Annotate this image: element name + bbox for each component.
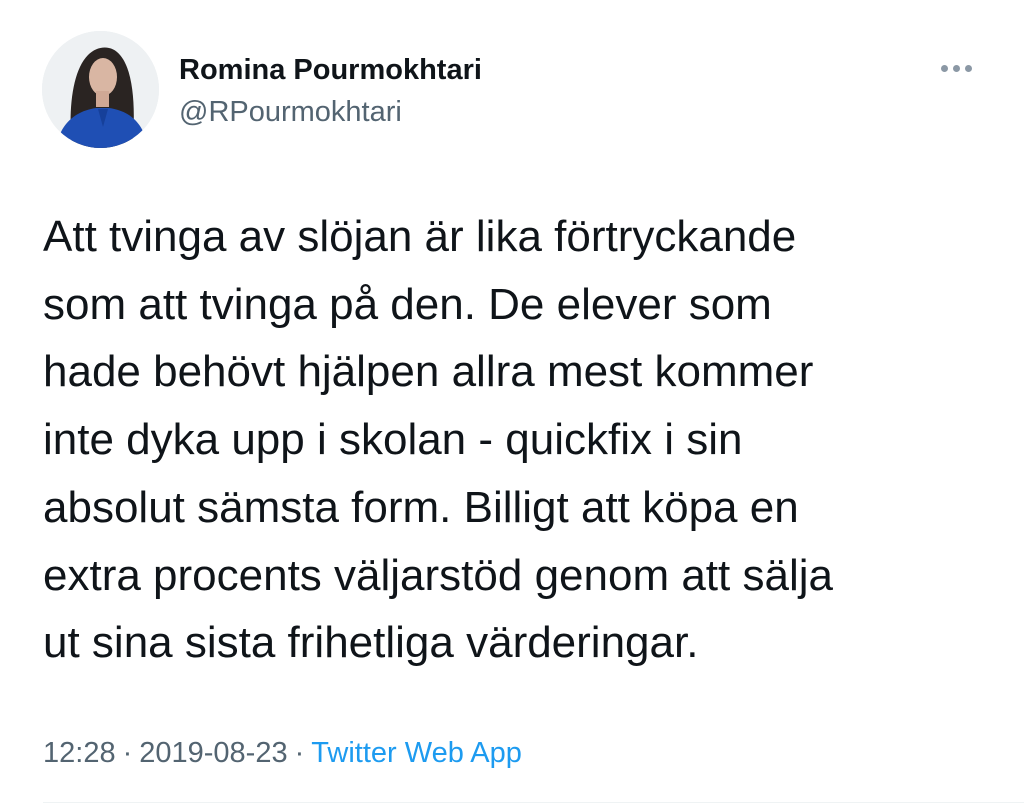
- ellipsis-icon: [964, 64, 972, 72]
- meta-separator: ·: [122, 737, 133, 769]
- ellipsis-icon: [952, 64, 960, 72]
- tweet-source-link[interactable]: Twitter Web App: [311, 737, 522, 769]
- author-handle[interactable]: @RPourmokhtari: [179, 94, 402, 130]
- tweet-text-line: ut sina sista frihetliga värderingar.: [43, 618, 699, 668]
- tweet-text-line: Att tvinga av slöjan är lika förtryckand…: [43, 212, 797, 261]
- author-name[interactable]: Romina Pourmokhtari: [179, 52, 482, 88]
- avatar[interactable]: [42, 31, 159, 148]
- ellipsis-icon: [940, 64, 948, 72]
- profile-photo-icon: [42, 31, 159, 148]
- tweet-text-line: absolut sämsta form. Billigt att köpa en: [43, 482, 799, 532]
- tweet-metadata: 12:28 · 2019-08-23 · Twitter Web App: [43, 733, 522, 773]
- more-options-button[interactable]: [932, 54, 980, 82]
- tweet-text-line: extra procents väljarstöd genom att sälj…: [43, 550, 833, 600]
- tweet-card: Romina Pourmokhtari @RPourmokhtari Att t…: [0, 0, 1024, 806]
- tweet-text-line: inte dyka upp i skolan - quickfix i sin: [43, 415, 743, 465]
- tweet-text: Att tvinga av slöjan är lika förtryckand…: [43, 203, 993, 677]
- divider: [43, 802, 1024, 803]
- tweet-text-line: hade behövt hjälpen allra mest kommer: [43, 347, 814, 397]
- meta-separator: ·: [294, 737, 305, 769]
- tweet-time[interactable]: 12:28: [43, 737, 116, 769]
- tweet-text-line: som att tvinga på den. De elever som: [43, 279, 772, 329]
- tweet-date[interactable]: 2019-08-23: [139, 737, 287, 769]
